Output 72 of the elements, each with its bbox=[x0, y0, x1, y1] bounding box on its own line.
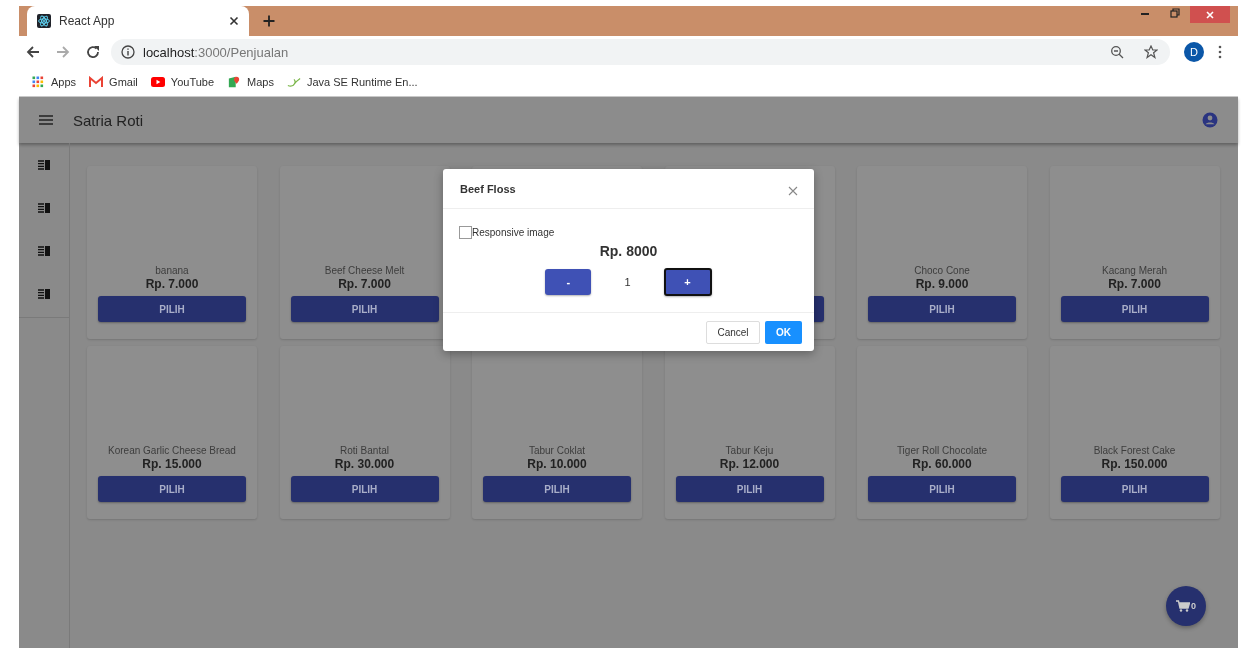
select-button[interactable]: PILIH bbox=[868, 296, 1016, 322]
tab-title: React App bbox=[59, 14, 116, 28]
dialog-title: Beef Floss bbox=[460, 182, 516, 195]
product-name: Roti Bantal bbox=[340, 445, 389, 456]
select-button[interactable]: PILIH bbox=[98, 296, 246, 322]
product-price: Rp. 15.000 bbox=[142, 457, 202, 471]
star-icon[interactable] bbox=[1144, 45, 1158, 59]
select-button[interactable]: PILIH bbox=[1060, 296, 1209, 322]
product-name: Tiger Roll Chocolate bbox=[896, 445, 988, 456]
bookmark-item[interactable]: Maps bbox=[227, 76, 274, 88]
product-name: Kacang Merah bbox=[1101, 265, 1167, 276]
envelope-icon bbox=[89, 76, 104, 88]
url-text: localhost:3000/Penjualan bbox=[143, 44, 289, 60]
product-name: banana bbox=[155, 265, 189, 276]
list-icon[interactable] bbox=[38, 203, 50, 213]
profile-avatar[interactable]: D bbox=[1184, 42, 1204, 62]
product-price: Rp. 150.000 bbox=[1101, 457, 1168, 471]
product-name: Tabur Keju bbox=[725, 445, 774, 456]
product-price: Rp. 7.000 bbox=[338, 277, 391, 291]
browser-tab[interactable]: React App bbox=[27, 6, 249, 36]
product-name: Choco Cone bbox=[914, 265, 970, 276]
list-icon[interactable] bbox=[38, 246, 50, 256]
product-name: Tabur Coklat bbox=[528, 445, 586, 456]
decrease-button[interactable]: - bbox=[545, 269, 592, 295]
leaf-icon bbox=[286, 76, 301, 88]
menu-icon[interactable] bbox=[39, 114, 53, 126]
atom-icon bbox=[37, 14, 51, 28]
increase-button[interactable]: + bbox=[663, 268, 712, 296]
bookmark-item[interactable]: Gmail bbox=[89, 76, 138, 88]
bookmark-item[interactable]: Java SE Runtime En... bbox=[286, 76, 418, 88]
map-pin-icon bbox=[227, 76, 242, 88]
close-icon bbox=[1205, 9, 1215, 20]
account-icon[interactable] bbox=[1202, 112, 1218, 128]
dialog-price: Rp. 8000 bbox=[599, 243, 658, 259]
play-icon bbox=[150, 76, 165, 88]
product-price: Rp. 7.000 bbox=[1108, 277, 1161, 291]
zoom-out-icon[interactable] bbox=[1110, 45, 1124, 59]
select-button[interactable]: PILIH bbox=[1060, 476, 1209, 502]
select-button[interactable]: PILIH bbox=[290, 296, 439, 322]
back-arrow-icon[interactable] bbox=[25, 44, 41, 60]
list-icon[interactable] bbox=[38, 289, 50, 299]
select-button[interactable]: PILIH bbox=[675, 476, 824, 502]
app-title: Satria Roti bbox=[73, 111, 144, 129]
product-price: Rp. 7.000 bbox=[145, 277, 199, 291]
product-price: Rp. 30.000 bbox=[334, 457, 395, 471]
select-button[interactable]: PILIH bbox=[868, 476, 1016, 502]
cart-icon bbox=[1176, 600, 1190, 612]
product-name: Korean Garlic Cheese Bread bbox=[108, 445, 236, 456]
product-price: Rp. 60.000 bbox=[912, 457, 972, 471]
select-button[interactable]: PILIH bbox=[98, 476, 246, 502]
product-name: Black Forest Cake bbox=[1093, 445, 1176, 456]
list-icon[interactable] bbox=[38, 160, 50, 170]
product-price: Rp. 9.000 bbox=[915, 277, 969, 291]
bookmark-item[interactable]: YouTube bbox=[150, 76, 215, 88]
checkbox[interactable] bbox=[459, 226, 472, 239]
checkbox-label: Responsive image bbox=[472, 227, 555, 238]
info-icon bbox=[121, 45, 135, 59]
reload-icon[interactable] bbox=[85, 44, 101, 60]
grid-icon bbox=[31, 76, 45, 88]
select-button[interactable]: PILIH bbox=[483, 476, 631, 502]
address-bar[interactable]: localhost:3000/Penjualan bbox=[111, 39, 1170, 65]
close-icon[interactable] bbox=[229, 16, 239, 26]
plus-icon[interactable] bbox=[263, 15, 275, 27]
bookmark-item[interactable]: Apps bbox=[31, 76, 77, 88]
cancel-button[interactable]: Cancel bbox=[706, 320, 760, 344]
quantity-value: 1 bbox=[624, 276, 631, 288]
menu-icon[interactable] bbox=[1218, 45, 1222, 59]
product-price: Rp. 10.000 bbox=[527, 457, 587, 471]
restore-icon[interactable] bbox=[1170, 8, 1180, 18]
select-button[interactable]: PILIH bbox=[290, 476, 439, 502]
product-price: Rp. 12.000 bbox=[719, 457, 780, 471]
product-name: Beef Cheese Melt bbox=[324, 265, 405, 276]
